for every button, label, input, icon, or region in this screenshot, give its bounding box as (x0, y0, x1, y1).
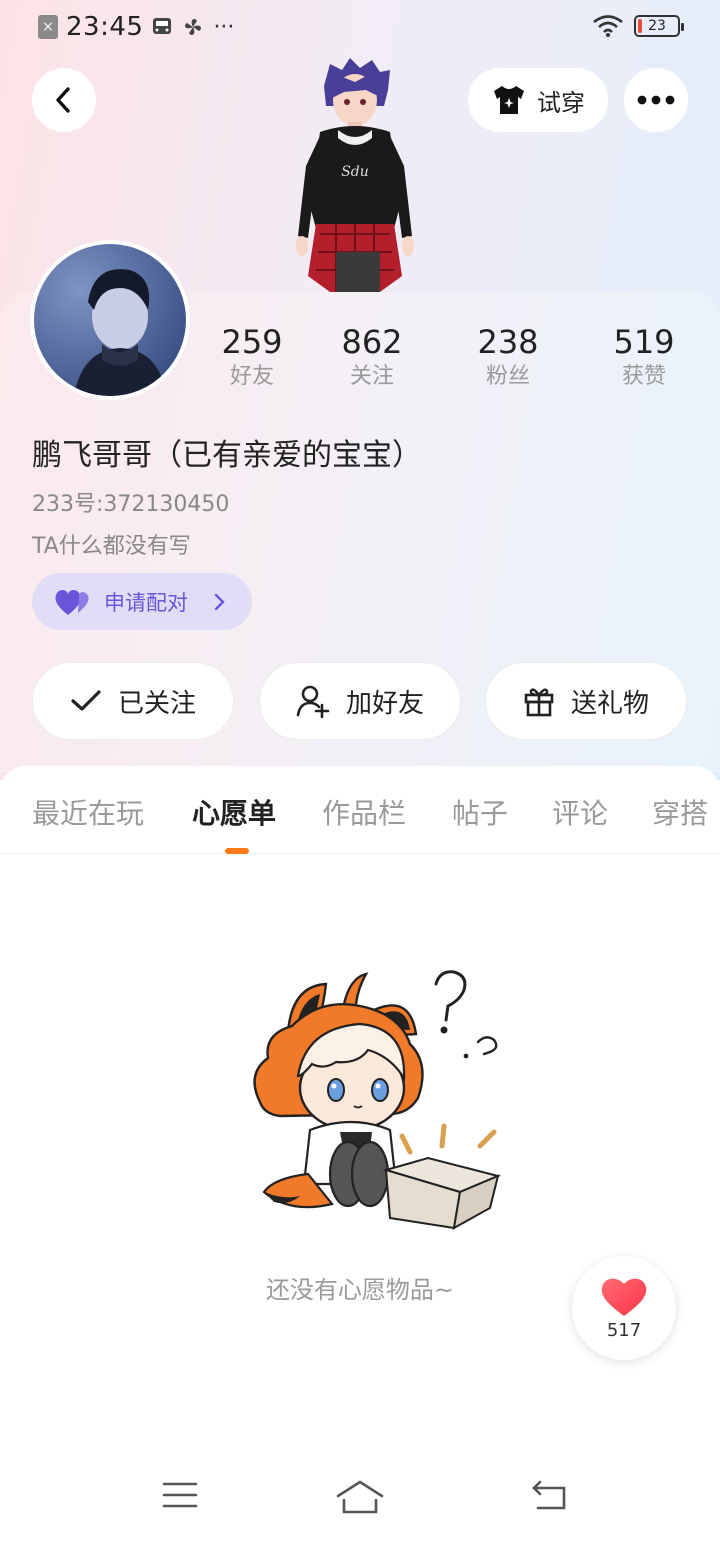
username: 鹏飞哥哥（已有亲爱的宝宝） (32, 438, 422, 473)
stat-followers-count: 238 (477, 323, 539, 361)
stat-followers[interactable]: 238 粉丝 (448, 322, 568, 392)
user-photo (34, 244, 186, 396)
following-label: 已关注 (117, 688, 196, 719)
svg-text:Sdu: Sdu (341, 164, 369, 180)
tab-works[interactable]: 作品栏 (322, 792, 406, 832)
checkmark-icon (71, 690, 101, 711)
tab-wishlist[interactable]: 心愿单 (192, 792, 276, 832)
fan-icon (185, 19, 202, 35)
tab-outfits[interactable]: 穿搭 (652, 792, 708, 832)
stat-following[interactable]: 862 关注 (312, 322, 432, 392)
profile-tabs: 最近在玩 心愿单 作品栏 帖子 评论 穿搭 (0, 766, 720, 854)
chevron-right-icon (214, 593, 225, 610)
menu-icon[interactable] (162, 1480, 198, 1510)
bus-icon (153, 18, 172, 34)
stat-followers-label: 粉丝 (485, 364, 530, 389)
stat-friends-label: 好友 (229, 364, 274, 389)
battery-level: 23 (648, 18, 666, 34)
stat-likes-count: 519 (613, 323, 675, 361)
request-pair-label: 申请配对 (104, 590, 188, 615)
following-button[interactable]: 已关注 (32, 662, 234, 740)
back-button[interactable] (32, 68, 96, 132)
user-id: 233号:372130450 (32, 492, 230, 517)
tab-comments[interactable]: 评论 (552, 792, 608, 832)
gift-icon (524, 688, 554, 717)
heart-icon (601, 1278, 647, 1316)
wifi-icon (593, 15, 623, 37)
avatar-character-image[interactable]: Sdu (280, 56, 430, 292)
user-bio: TA什么都没有写 (32, 534, 191, 559)
more-dots-icon (637, 95, 675, 105)
battery-icon: 23 (634, 15, 684, 37)
stat-following-count: 862 (341, 323, 403, 361)
send-gift-label: 送礼物 (570, 688, 649, 719)
try-on-button[interactable]: 试穿 (468, 68, 608, 132)
tab-recently-played[interactable]: 最近在玩 (32, 792, 144, 832)
stat-likes-label: 获赞 (621, 364, 666, 389)
stat-friends[interactable]: 259 好友 (192, 322, 312, 392)
send-gift-button[interactable]: 送礼物 (485, 662, 687, 740)
double-heart-icon (55, 589, 89, 615)
stat-friends-count: 259 (221, 323, 283, 361)
notification-app-icon: × (38, 15, 58, 39)
back-nav-icon[interactable] (530, 1480, 568, 1512)
status-more-indicator: ··· (213, 14, 235, 40)
active-tab-indicator (225, 848, 249, 854)
status-time: 23:45 (66, 12, 144, 42)
profile-stats: 259 好友 862 关注 238 粉丝 519 获赞 (192, 322, 712, 402)
stat-following-label: 关注 (349, 364, 394, 389)
like-button[interactable]: 517 (572, 1256, 676, 1360)
request-pair-button[interactable]: 申请配对 (32, 573, 252, 630)
add-user-icon (296, 685, 330, 718)
home-icon[interactable] (336, 1478, 384, 1514)
add-friend-button[interactable]: 加好友 (259, 662, 461, 740)
try-on-label: 试穿 (537, 88, 585, 117)
more-options-button[interactable] (624, 68, 688, 132)
back-arrow-icon (56, 87, 70, 113)
stat-likes[interactable]: 519 获赞 (584, 322, 704, 392)
empty-wishlist-illustration (253, 970, 502, 1230)
status-bar: × 23:45 ··· 23 (0, 0, 720, 58)
tshirt-icon (494, 86, 524, 114)
add-friend-label: 加好友 (345, 688, 424, 719)
like-count: 517 (606, 1319, 642, 1341)
avatar[interactable] (30, 240, 190, 400)
tab-posts[interactable]: 帖子 (452, 792, 508, 832)
system-navigation-bar (0, 1460, 720, 1544)
